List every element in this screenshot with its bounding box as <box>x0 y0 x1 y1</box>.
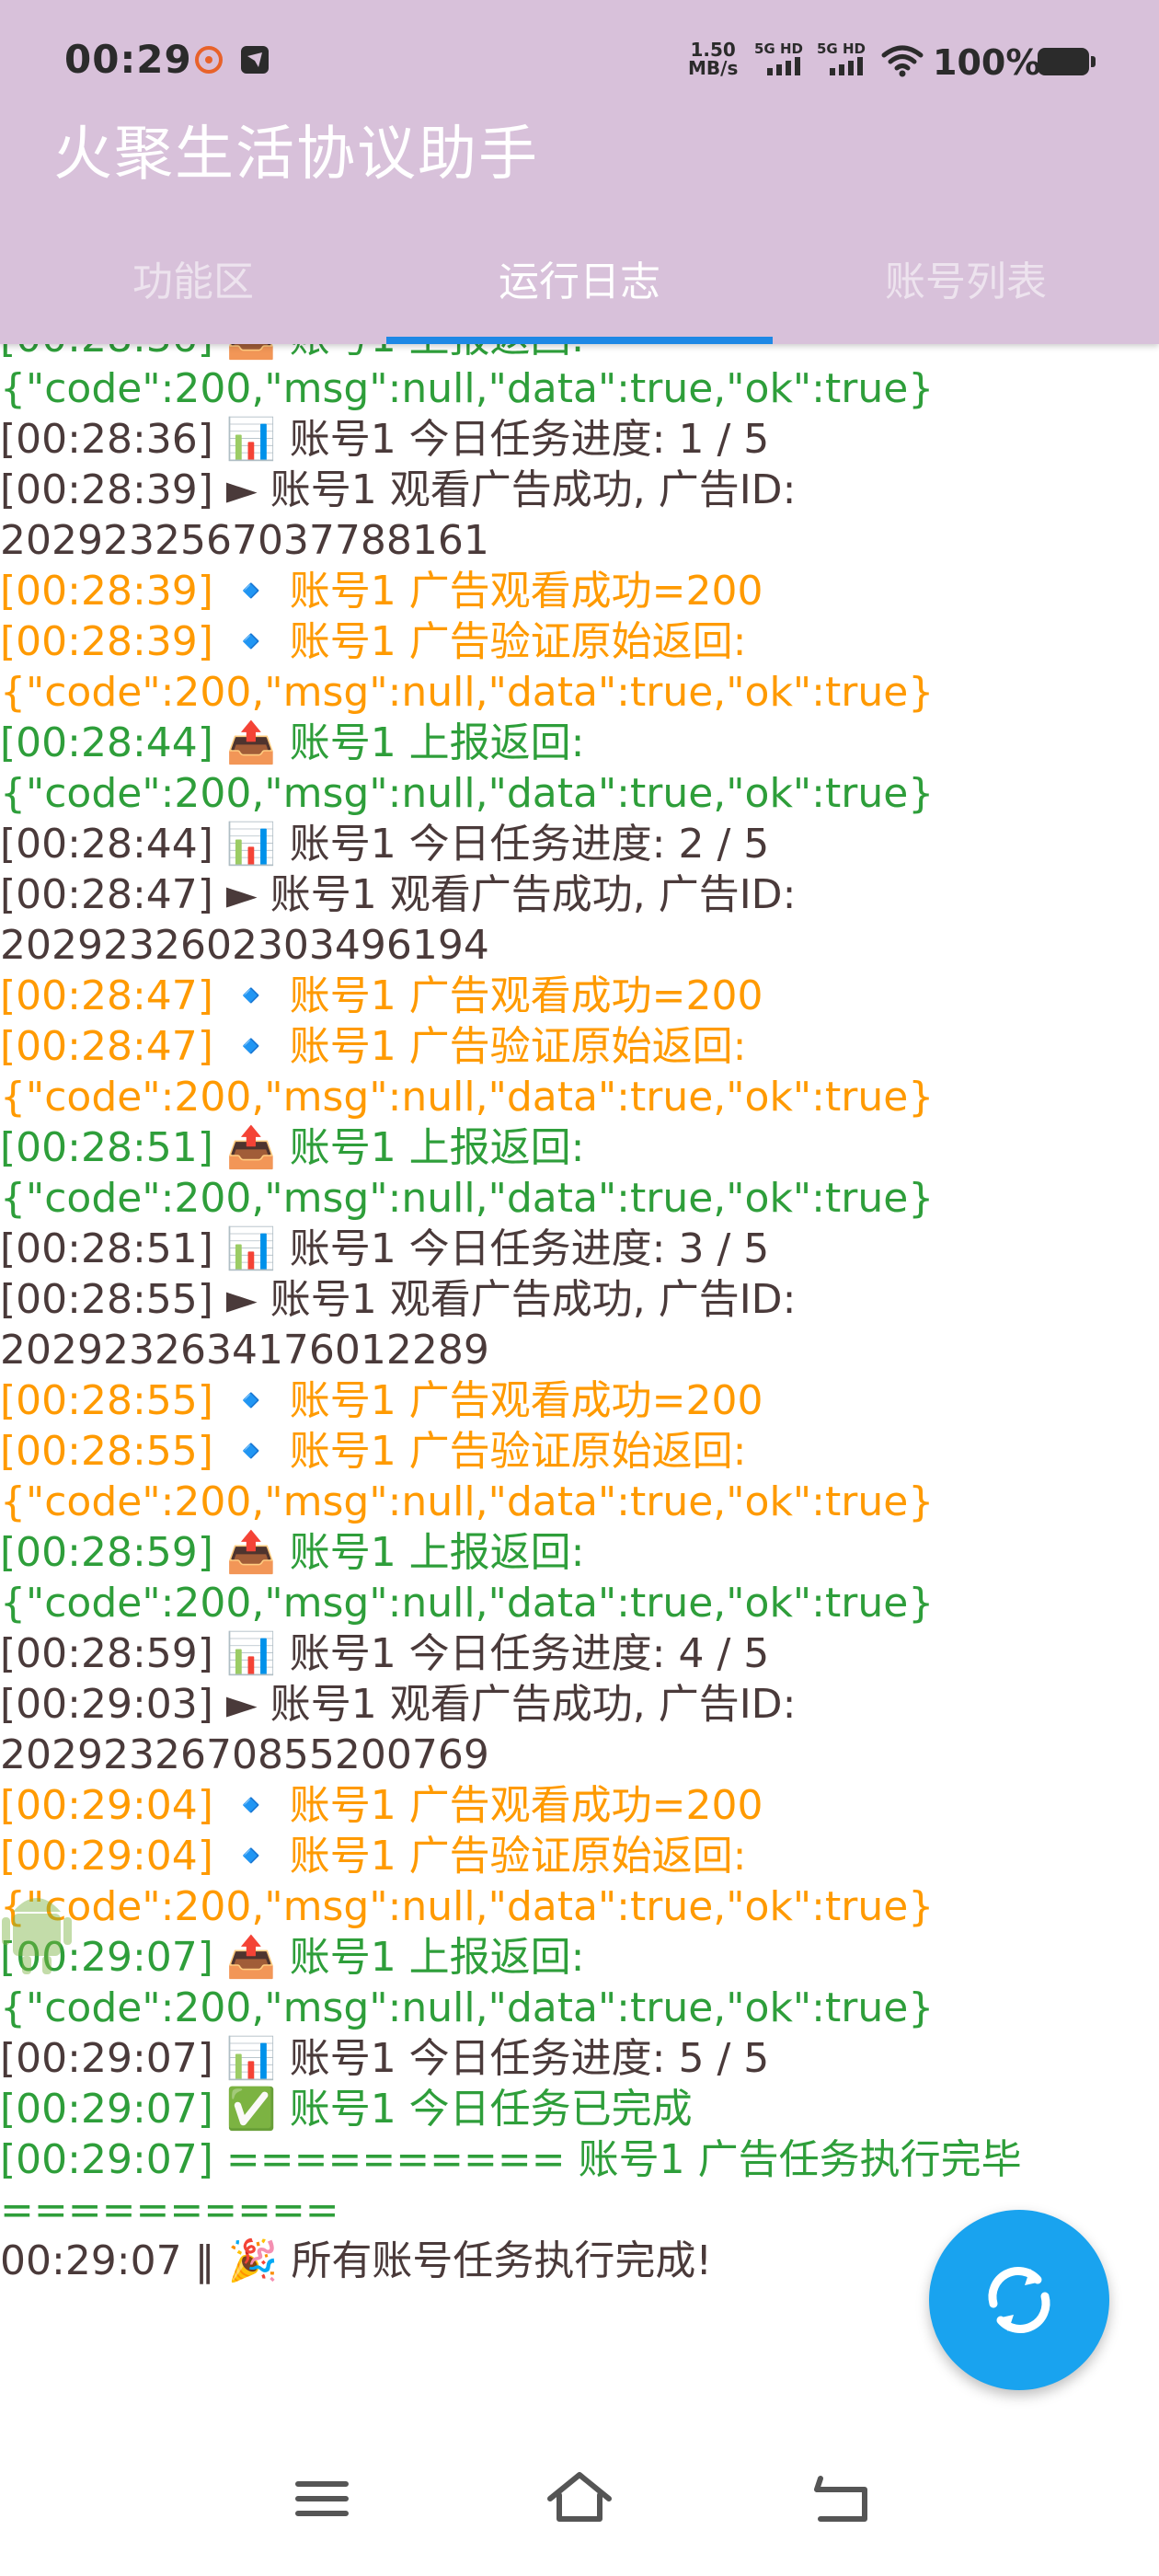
log-line: [00:28:59] 📊 账号1 今日任务进度: 4 / 5 <box>0 1630 770 1677</box>
log-line: [00:28:51] 📤 账号1 上报返回: <box>0 1124 585 1171</box>
battery-percent: 100% <box>933 42 1041 83</box>
log-line: [00:28:47] 🔹 账号1 广告验证原始返回: <box>0 1023 747 1070</box>
log-line: [00:28:59] 📤 账号1 上报返回: <box>0 1529 585 1576</box>
log-line: [00:29:07] 📊 账号1 今日任务进度: 5 / 5 <box>0 2035 770 2082</box>
android-overlay-icon <box>2 1898 72 1974</box>
log-panel[interactable]: [00:28:36] 📤 账号1 上报返回: {"code":200,"msg"… <box>0 344 1159 2421</box>
log-line: {"code":200,"msg":null,"data":true,"ok":… <box>0 770 935 817</box>
log-line: 2029232567037788161 <box>0 517 489 564</box>
sim1-label: 5G HD <box>754 40 803 57</box>
app-bar: 00:29 1.50 MB/s 5G HD 5G HD 100% 火聚生活协议助… <box>0 0 1159 344</box>
tab-run-log[interactable]: 运行日志 <box>386 241 773 344</box>
log-line: [00:29:04] 🔹 账号1 广告验证原始返回: <box>0 1833 747 1880</box>
refresh-fab[interactable] <box>929 2210 1109 2390</box>
log-line: 2029232634176012289 <box>0 1327 489 1374</box>
log-line: [00:28:55] 🔹 账号1 广告验证原始返回: <box>0 1428 747 1475</box>
log-line: [00:28:44] 📊 账号1 今日任务进度: 2 / 5 <box>0 821 770 868</box>
log-line: {"code":200,"msg":null,"data":true,"ok":… <box>0 1580 935 1627</box>
log-line: [00:28:47] 🔹 账号1 广告观看成功=200 <box>0 972 763 1019</box>
log-line: [00:29:07] 📤 账号1 上报返回: <box>0 1934 585 1981</box>
log-line: [00:29:04] 🔹 账号1 广告观看成功=200 <box>0 1782 763 1829</box>
tab-account-list[interactable]: 账号列表 <box>773 241 1159 344</box>
tab-functions[interactable]: 功能区 <box>0 241 386 344</box>
log-line: [00:28:47] ► 账号1 观看广告成功, 广告ID: <box>0 871 797 918</box>
log-line: {"code":200,"msg":null,"data":true,"ok":… <box>0 365 935 412</box>
log-line: [00:28:55] 🔹 账号1 广告观看成功=200 <box>0 1377 763 1424</box>
sim2-signal-icon <box>830 57 863 75</box>
home-icon[interactable] <box>543 2462 616 2536</box>
log-line-partial: [00:28:36] 📤 账号1 上报返回: <box>0 344 1159 363</box>
log-line: [00:29:07] ✅ 账号1 今日任务已完成 <box>0 2086 693 2133</box>
battery-icon <box>1038 48 1096 75</box>
status-bar: 00:29 1.50 MB/s 5G HD 5G HD 100% <box>0 0 1159 110</box>
log-line: [00:28:55] ► 账号1 观看广告成功, 广告ID: <box>0 1276 797 1323</box>
notification-app-icon <box>195 46 223 74</box>
system-nav-bar <box>0 2421 1159 2576</box>
back-icon[interactable] <box>800 2462 874 2536</box>
status-time: 00:29 <box>64 37 192 82</box>
log-line: [00:28:36] 📊 账号1 今日任务进度: 1 / 5 <box>0 416 770 463</box>
tab-bar: 功能区 运行日志 账号列表 <box>0 241 1159 344</box>
net-speed-unit: MB/s <box>688 57 739 79</box>
menu-icon[interactable] <box>285 2462 359 2536</box>
log-line: {"code":200,"msg":null,"data":true,"ok":… <box>0 1478 935 1525</box>
log-line: 2029232602303496194 <box>0 922 489 969</box>
refresh-icon <box>988 2267 1050 2333</box>
notification-message-icon <box>241 46 269 74</box>
log-line: [00:28:51] 📊 账号1 今日任务进度: 3 / 5 <box>0 1225 770 1272</box>
log-line: 2029232670855200769 <box>0 1731 489 1778</box>
log-line: [00:28:39] ► 账号1 观看广告成功, 广告ID: <box>0 466 797 513</box>
log-line: [00:29:03] ► 账号1 观看广告成功, 广告ID: <box>0 1681 797 1728</box>
log-line: {"code":200,"msg":null,"data":true,"ok":… <box>0 1074 935 1121</box>
sim1-signal-icon <box>767 57 800 75</box>
log-line: {"code":200,"msg":null,"data":true,"ok":… <box>0 1883 935 1930</box>
log-line: {"code":200,"msg":null,"data":true,"ok":… <box>0 1175 935 1222</box>
log-list: [00:28:36] 📤 账号1 上报返回: {"code":200,"msg"… <box>0 344 1159 2286</box>
net-speed: 1.50 MB/s <box>688 40 738 77</box>
log-line: [00:29:07] ========== 账号1 广告任务执行完毕 <box>0 2136 1022 2183</box>
log-line: [00:28:44] 📤 账号1 上报返回: <box>0 719 585 766</box>
app-title: 火聚生活协议助手 <box>53 121 539 189</box>
wifi-icon <box>881 45 924 77</box>
log-line: [00:28:39] 🔹 账号1 广告观看成功=200 <box>0 568 763 615</box>
log-line: {"code":200,"msg":null,"data":true,"ok":… <box>0 669 935 716</box>
net-speed-value: 1.50 <box>690 39 736 61</box>
log-line: [00:28:39] 🔹 账号1 广告验证原始返回: <box>0 618 747 665</box>
sim2-label: 5G HD <box>817 40 866 57</box>
log-line: {"code":200,"msg":null,"data":true,"ok":… <box>0 1984 935 2031</box>
